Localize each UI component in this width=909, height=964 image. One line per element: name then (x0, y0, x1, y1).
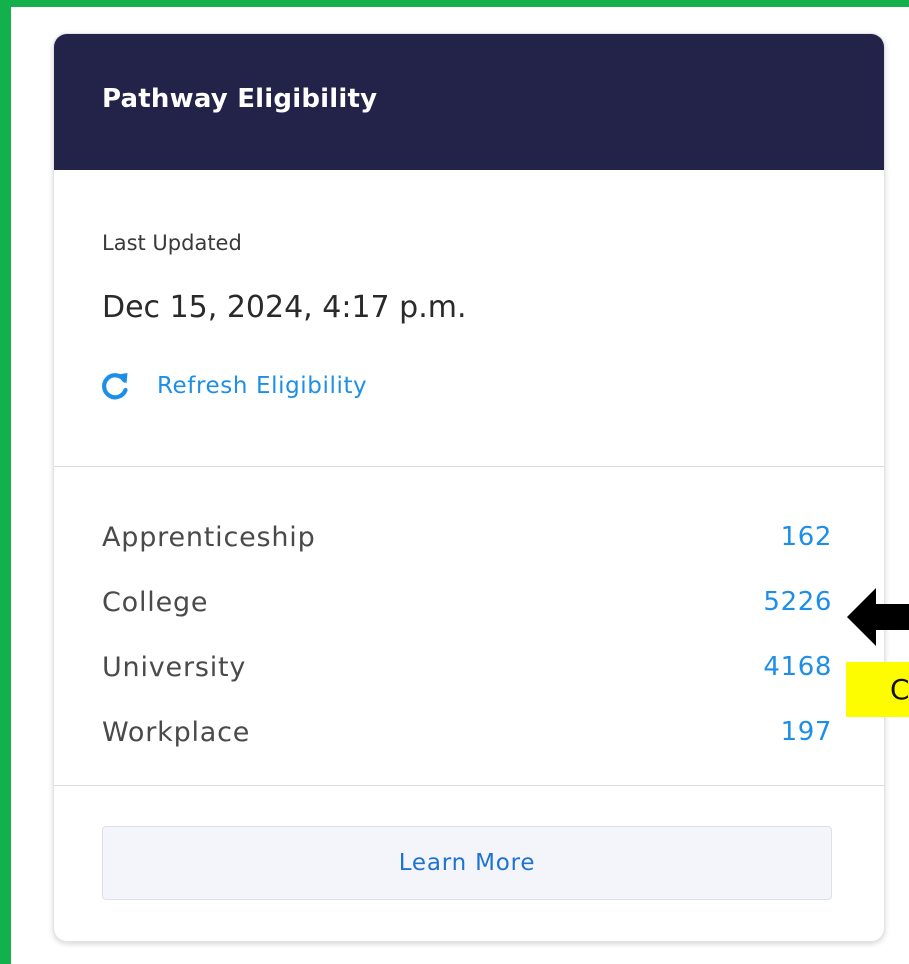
last-updated-value: Dec 15, 2024, 4:17 p.m. (102, 290, 467, 325)
stat-value-link[interactable]: 162 (781, 522, 832, 552)
frame-border-top (0, 0, 909, 7)
pathway-eligibility-card: Pathway Eligibility Last Updated Dec 15,… (53, 33, 885, 942)
last-updated-label: Last Updated (102, 231, 242, 255)
eligibility-stats-list: Apprenticeship 162 College 5226 Universi… (102, 514, 832, 755)
stat-value-link[interactable]: 5226 (763, 587, 832, 617)
stat-row-apprenticeship: Apprenticeship 162 (102, 514, 832, 560)
stat-value-link[interactable]: 4168 (763, 652, 832, 682)
stat-row-college: College 5226 (102, 579, 832, 625)
section-divider (54, 466, 884, 467)
section-divider (54, 785, 884, 786)
annotation-note: C (846, 662, 909, 717)
stat-label: Workplace (102, 716, 251, 748)
annotation-note-text: C (890, 673, 909, 706)
stat-row-workplace: Workplace 197 (102, 709, 832, 755)
card-header: Pathway Eligibility (54, 34, 884, 170)
stat-row-university: University 4168 (102, 644, 832, 690)
stat-label: Apprenticeship (102, 521, 316, 553)
card-title: Pathway Eligibility (102, 84, 378, 114)
stat-label: University (102, 651, 247, 683)
refresh-icon (99, 370, 131, 402)
frame-border-left (0, 0, 11, 964)
refresh-eligibility-link[interactable]: Refresh Eligibility (99, 364, 367, 408)
learn-more-label: Learn More (398, 850, 536, 876)
refresh-eligibility-label: Refresh Eligibility (157, 373, 368, 399)
stat-label: College (102, 586, 209, 618)
learn-more-button[interactable]: Learn More (102, 826, 832, 900)
left-arrow-icon (845, 586, 909, 648)
stat-value-link[interactable]: 197 (781, 717, 832, 747)
